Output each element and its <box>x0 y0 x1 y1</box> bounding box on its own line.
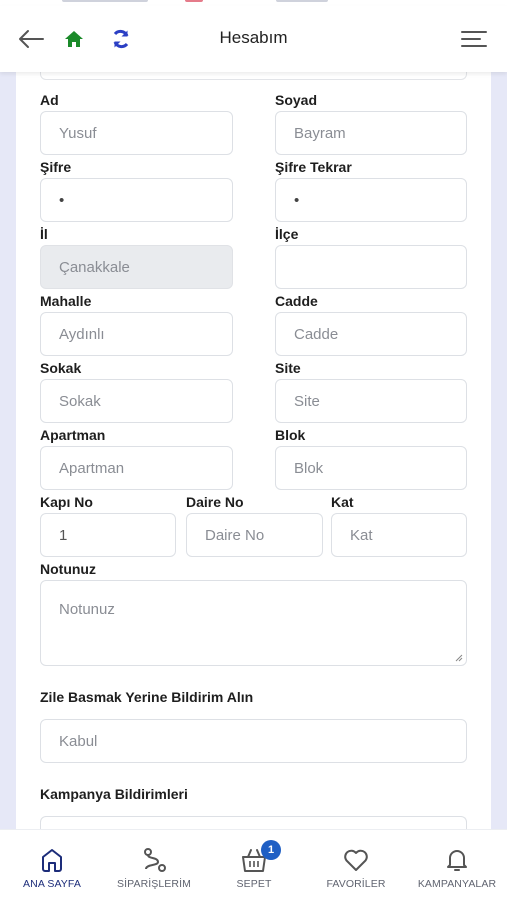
nav-kampanyalar[interactable]: KAMPANYALAR <box>410 830 504 900</box>
nav-label: KAMPANYALAR <box>417 878 497 890</box>
heart-icon <box>343 846 369 874</box>
zile-basmak-label: Zile Basmak Yerine Bildirim Alın <box>40 689 254 705</box>
page-title: Hesabım <box>219 28 288 47</box>
zile-basmak-select[interactable]: Kabul <box>40 719 467 763</box>
site-label: Site <box>275 360 301 376</box>
cadde-label: Cadde <box>275 293 318 309</box>
route-icon <box>140 846 168 874</box>
menu-icon[interactable] <box>458 24 490 54</box>
sifre-tekrar-input[interactable]: • <box>275 178 467 222</box>
daire-no-input[interactable]: Daire No <box>186 513 323 557</box>
app-header: Hesabım <box>0 6 507 72</box>
sokak-label: Sokak <box>40 360 82 376</box>
cut-off-content <box>185 0 203 2</box>
kapi-no-label: Kapı No <box>40 494 93 510</box>
bell-icon <box>445 846 469 874</box>
blok-input[interactable]: Blok <box>275 446 467 490</box>
bottom-navigation: ANA SAYFA SİPARİŞLERİM 1 SEPET FAVORİLER… <box>0 829 507 900</box>
account-form: Ad Soyad Yusuf Bayram Şifre Şifre Tekrar… <box>16 60 491 836</box>
ad-input[interactable]: Yusuf <box>40 111 233 155</box>
blok-label: Blok <box>275 427 306 443</box>
kampanya-label: Kampanya Bildirimleri <box>40 786 188 802</box>
notunuz-label: Notunuz <box>40 561 96 577</box>
kat-input[interactable]: Kat <box>331 513 467 557</box>
nav-favoriler[interactable]: FAVORİLER <box>316 830 396 900</box>
soyad-label: Soyad <box>275 92 318 108</box>
daire-no-label: Daire No <box>186 494 244 510</box>
mahalle-label: Mahalle <box>40 293 92 309</box>
sifre-input[interactable]: • <box>40 178 233 222</box>
nav-label: ANA SAYFA <box>23 878 81 890</box>
il-label: İl <box>40 226 48 242</box>
ilce-label: İlçe <box>275 226 299 242</box>
apartman-label: Apartman <box>40 427 106 443</box>
cut-off-content <box>276 0 328 2</box>
nav-sepet[interactable]: 1 SEPET <box>214 830 294 900</box>
cart-count-badge: 1 <box>261 840 281 860</box>
soyad-input[interactable]: Bayram <box>275 111 467 155</box>
apartman-input[interactable]: Apartman <box>40 446 233 490</box>
notunuz-textarea[interactable]: Notunuz <box>40 580 467 666</box>
cut-off-content <box>62 0 148 2</box>
nav-ana-sayfa[interactable]: ANA SAYFA <box>12 830 92 900</box>
sifre-label: Şifre <box>40 159 72 175</box>
kat-label: Kat <box>331 494 354 510</box>
sokak-input[interactable]: Sokak <box>40 379 233 423</box>
sifre-tekrar-label: Şifre Tekrar <box>275 159 352 175</box>
nav-siparislerim[interactable]: SİPARİŞLERİM <box>106 830 202 900</box>
mahalle-input[interactable]: Aydınlı <box>40 312 233 356</box>
home-outline-icon <box>40 846 64 874</box>
site-input[interactable]: Site <box>275 379 467 423</box>
resize-handle-icon[interactable] <box>455 654 463 662</box>
ad-label: Ad <box>40 92 59 108</box>
nav-label: SİPARİŞLERİM <box>117 878 191 890</box>
ilce-select[interactable] <box>275 245 467 289</box>
notunuz-placeholder: Notunuz <box>59 601 115 618</box>
il-select: Çanakkale <box>40 245 233 289</box>
kapi-no-input[interactable]: 1 <box>40 513 176 557</box>
cadde-input[interactable]: Cadde <box>275 312 467 356</box>
nav-label: FAVORİLER <box>326 878 386 890</box>
nav-label: SEPET <box>236 878 272 890</box>
